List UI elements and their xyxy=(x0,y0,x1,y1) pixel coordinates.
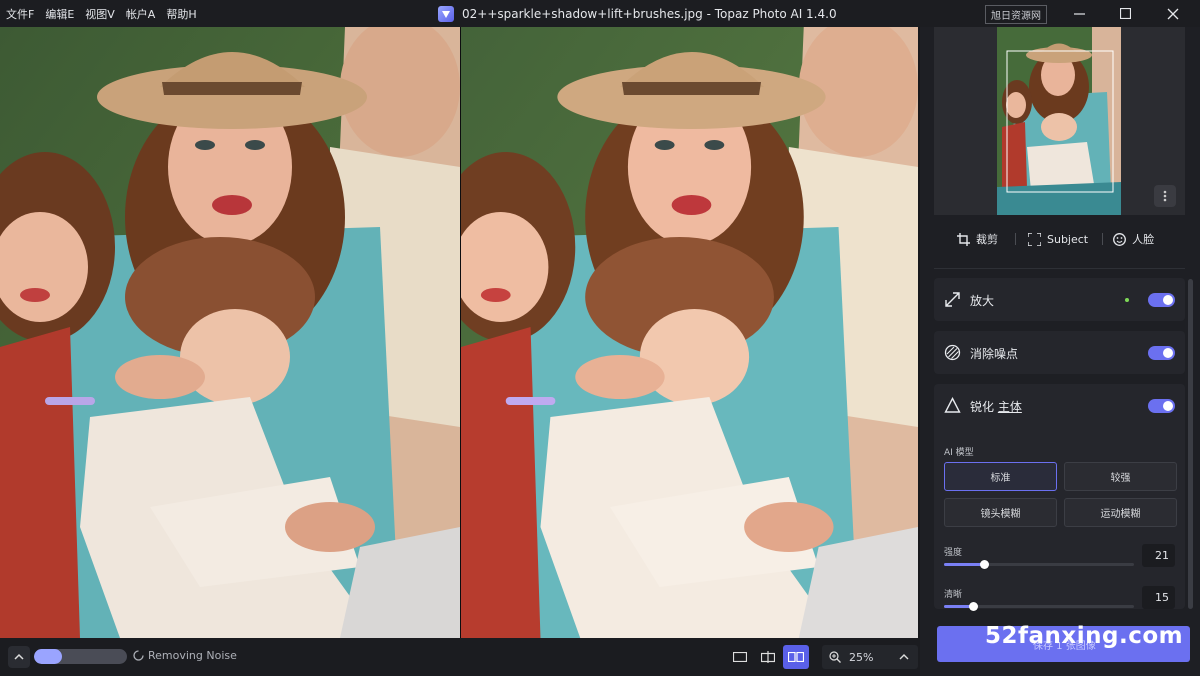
side-by-side-icon xyxy=(788,652,804,662)
window-title-area: 02++sparkle+shadow+lift+brushes.jpg - To… xyxy=(438,0,837,27)
sharpen-title: 锐化 主体 xyxy=(970,398,1022,415)
menu-file[interactable]: 文件F xyxy=(6,6,34,22)
family-photo-preview xyxy=(461,27,918,638)
sharpen-icon xyxy=(944,397,961,413)
zoom-control[interactable]: 25% xyxy=(822,645,918,669)
model-motion-blur-button[interactable]: 运动模糊 xyxy=(1064,498,1177,527)
menu-bar: 文件F 编辑E 视图V 帐户A 帮助H xyxy=(0,6,197,22)
strength-slider[interactable] xyxy=(944,560,1134,569)
progress-fill xyxy=(34,649,62,664)
watermark-text: 52fanxing.com xyxy=(985,623,1184,649)
active-indicator xyxy=(1125,298,1129,302)
chevron-up-icon[interactable] xyxy=(899,653,909,661)
zoom-level: 25% xyxy=(849,650,874,664)
subject-select-icon xyxy=(1028,232,1041,246)
bottom-toolbar: Removing Noise 25% xyxy=(0,638,920,676)
more-vertical-icon xyxy=(1163,190,1167,202)
panel-divider xyxy=(934,268,1185,269)
subject-tool[interactable]: Subject xyxy=(1028,232,1089,246)
watermark-badge: 旭日资源网 xyxy=(985,5,1047,24)
tab-separator xyxy=(1102,233,1104,245)
model-lens-blur-button[interactable]: 镜头模糊 xyxy=(944,498,1057,527)
panel-scrollbar[interactable] xyxy=(1188,279,1193,609)
minimize-button[interactable] xyxy=(1056,0,1102,27)
upscale-title: 放大 xyxy=(970,294,995,308)
model-standard-button[interactable]: 标准 xyxy=(944,462,1057,491)
clarity-label: 清晰 xyxy=(944,590,963,600)
upscale-icon xyxy=(945,292,960,307)
chevron-up-icon xyxy=(14,653,24,660)
crop-icon xyxy=(957,232,970,246)
denoise-toggle[interactable] xyxy=(1148,346,1175,360)
sharpen-toggle[interactable] xyxy=(1148,399,1175,413)
thumbnail-image xyxy=(997,27,1121,215)
model-strong-button[interactable]: 较强 xyxy=(1064,462,1177,491)
menu-view[interactable]: 视图V xyxy=(85,6,115,22)
ai-model-label: AI 模型 xyxy=(944,448,974,458)
close-icon xyxy=(1167,8,1179,19)
face-tool[interactable]: 人脸 xyxy=(1113,231,1154,247)
denoise-icon xyxy=(944,344,961,361)
spinner-icon xyxy=(133,650,144,661)
denoise-title: 消除噪点 xyxy=(970,347,1019,361)
split-view-icon xyxy=(761,651,775,663)
menu-help[interactable]: 帮助H xyxy=(166,6,196,22)
processing-status: Removing Noise xyxy=(133,649,237,662)
upscale-section[interactable]: 放大 xyxy=(934,278,1185,321)
original-image-view[interactable] xyxy=(0,27,460,638)
clarity-slider-handle[interactable] xyxy=(968,602,978,611)
topaz-logo-icon xyxy=(438,5,454,22)
denoise-section[interactable]: 消除噪点 xyxy=(934,331,1185,374)
navigator xyxy=(934,27,1185,215)
right-panel: 裁剪 Subject 人脸 放大 消除噪点 锐化 主体 AI 模型 标准 较强 … xyxy=(920,27,1200,676)
single-view-button[interactable] xyxy=(727,645,753,669)
zoom-icon xyxy=(829,651,841,663)
sharpen-title-text: 锐化 xyxy=(970,400,995,414)
strength-label: 强度 xyxy=(944,548,963,558)
family-photo-original xyxy=(0,27,460,638)
menu-edit[interactable]: 编辑E xyxy=(45,6,74,22)
strength-value[interactable]: 21 xyxy=(1142,544,1175,567)
preview-image-view[interactable] xyxy=(461,27,918,638)
status-text: Removing Noise xyxy=(148,649,237,662)
processing-progress-bar xyxy=(34,649,127,664)
clarity-slider[interactable] xyxy=(944,602,1134,611)
face-label: 人脸 xyxy=(1132,233,1155,246)
sharpen-subject-link[interactable]: 主体 xyxy=(998,400,1022,414)
subject-label: Subject xyxy=(1047,232,1089,246)
selection-tools: 裁剪 Subject 人脸 xyxy=(934,222,1185,256)
crop-tool[interactable]: 裁剪 xyxy=(957,231,998,247)
crop-label: 裁剪 xyxy=(976,233,998,246)
face-icon xyxy=(1113,232,1127,246)
side-by-side-view-button[interactable] xyxy=(783,645,809,669)
strength-slider-handle[interactable] xyxy=(979,560,989,569)
maximize-icon xyxy=(1119,8,1131,19)
title-bar: 文件F 编辑E 视图V 帐户A 帮助H 02++sparkle+shadow+l… xyxy=(0,0,1200,27)
minimize-icon xyxy=(1073,13,1085,15)
expand-panel-button[interactable] xyxy=(8,646,30,668)
single-view-icon xyxy=(733,652,747,662)
upscale-toggle[interactable] xyxy=(1148,293,1175,307)
tab-separator xyxy=(1015,233,1016,245)
navigator-thumbnail[interactable] xyxy=(997,27,1121,215)
clarity-value[interactable]: 15 xyxy=(1142,586,1175,609)
view-mode-group xyxy=(727,645,809,669)
navigator-more-button[interactable] xyxy=(1154,185,1176,207)
strength-slider-fill xyxy=(944,563,984,566)
maximize-button[interactable] xyxy=(1102,0,1148,27)
close-button[interactable] xyxy=(1150,0,1196,27)
window-title: 02++sparkle+shadow+lift+brushes.jpg - To… xyxy=(462,6,837,21)
sharpen-section: 锐化 主体 AI 模型 标准 较强 镜头模糊 运动模糊 强度 21 清晰 15 xyxy=(934,384,1185,611)
menu-account[interactable]: 帐户A xyxy=(126,6,156,22)
split-view-button[interactable] xyxy=(755,645,781,669)
